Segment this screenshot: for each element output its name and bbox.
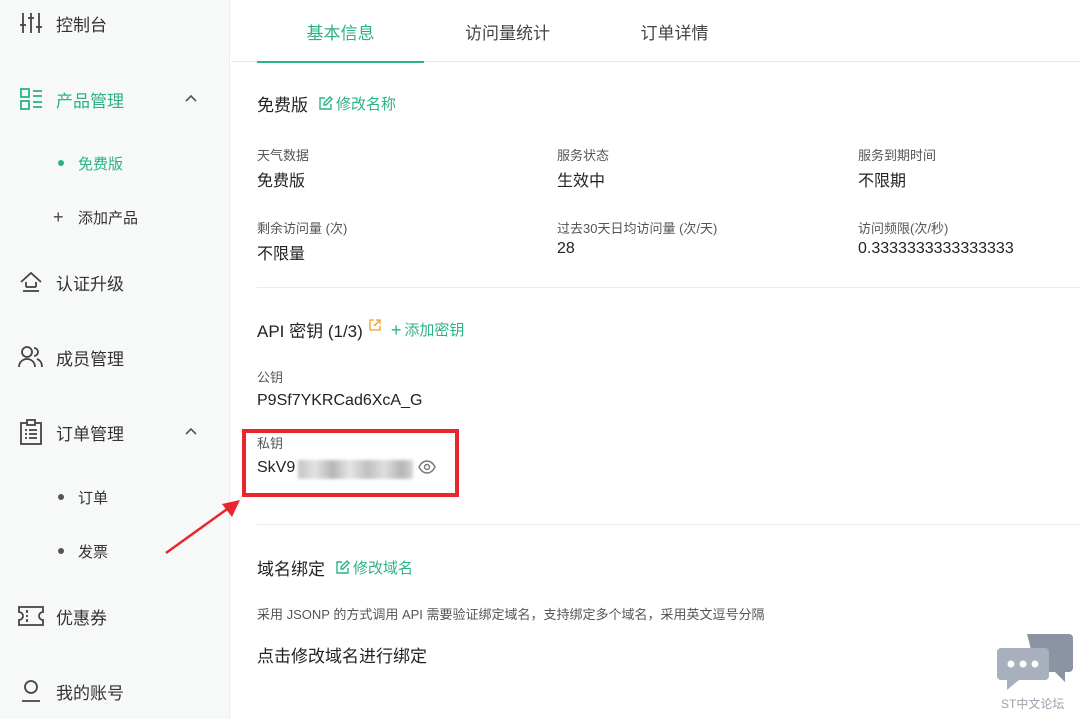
tab-order-details[interactable]: 订单详情 — [591, 0, 758, 62]
sidebar-item-verification[interactable]: 认证升级 — [0, 257, 230, 307]
plus-icon: + — [390, 319, 402, 340]
users-icon — [18, 344, 44, 370]
stat-label: 剩余访问量 (次) — [257, 221, 348, 236]
sidebar-subitem-label: 免费版 — [78, 155, 124, 173]
sidebar-subitem-label: 订单 — [78, 489, 109, 507]
sidebar-item-products[interactable]: 产品管理 — [0, 74, 230, 124]
sidebar-item-console[interactable]: 控制台 — [0, 0, 230, 48]
stat-value: 生效中 — [557, 173, 606, 190]
plan-title: 免费版 — [257, 96, 308, 115]
domain-header: 域名绑定 修改域名 — [257, 555, 413, 580]
sidebar-item-label: 认证升级 — [56, 274, 124, 294]
sidebar-item-label: 产品管理 — [56, 91, 124, 111]
tab-traffic-stats[interactable]: 访问量统计 — [424, 0, 591, 62]
stat-value: 0.3333333333333333 — [858, 240, 1014, 257]
tab-basic-info[interactable]: 基本信息 — [257, 0, 424, 63]
sidebar-item-label: 我的账号 — [56, 683, 124, 703]
tab-bar: 基本信息 访问量统计 订单详情 — [231, 0, 1080, 63]
bullet-dot — [58, 548, 64, 554]
add-key-label: 添加密钥 — [404, 322, 465, 339]
sidebar-item-orders[interactable]: 订单管理 — [0, 407, 230, 457]
api-key-title: API 密钥 (1/3) — [257, 322, 363, 341]
external-link-icon[interactable] — [369, 318, 381, 331]
bullet-dot — [58, 160, 64, 166]
sidebar: 控制台 产品管理 免费版 + 添加产品 认证升级 成员管理 订单管理 订单 发票… — [0, 0, 240, 719]
stat-value: 28 — [557, 240, 575, 257]
sidebar-subitem-label: 发票 — [78, 543, 109, 561]
clipboard-icon — [18, 419, 44, 445]
public-key-label: 公钥 — [257, 370, 284, 385]
main-content: 基本信息 访问量统计 订单详情 免费版 修改名称 天气数据 免费版 服务状态 生… — [231, 0, 1080, 719]
chat-bubble-icon — [997, 634, 1073, 690]
divider — [257, 524, 1080, 525]
api-key-header: API 密钥 (1/3) + 添加密钥 — [257, 317, 464, 342]
annotation-highlight-box — [242, 429, 459, 497]
sidebar-item-label: 优惠券 — [56, 608, 107, 628]
stat-label: 天气数据 — [257, 148, 310, 163]
sidebar-item-label: 成员管理 — [56, 349, 124, 369]
sliders-icon — [18, 10, 44, 36]
stat-value: 不限期 — [858, 173, 907, 190]
add-key-button[interactable]: + 添加密钥 — [391, 319, 465, 340]
rename-button[interactable]: 修改名称 — [318, 93, 396, 114]
domain-description: 采用 JSONP 的方式调用 API 需要验证绑定域名，支持绑定多个域名，采用英… — [257, 607, 765, 622]
edit-domain-button[interactable]: 修改域名 — [335, 557, 413, 578]
sidebar-item-coupons[interactable]: 优惠券 — [0, 591, 230, 641]
plus-icon: + — [53, 207, 64, 227]
edit-icon — [319, 96, 333, 110]
chevron-up-icon[interactable] — [183, 91, 199, 107]
stat-label: 服务到期时间 — [858, 148, 937, 163]
sidebar-item-members[interactable]: 成员管理 — [0, 332, 230, 382]
upgrade-icon — [18, 269, 44, 295]
watermark: ST中文论坛 — [997, 632, 1077, 716]
rename-label: 修改名称 — [336, 96, 397, 113]
user-icon — [18, 678, 44, 704]
grid-list-icon — [18, 86, 44, 112]
stat-value: 免费版 — [257, 173, 306, 190]
stat-label: 服务状态 — [557, 148, 610, 163]
chevron-up-icon[interactable] — [183, 424, 199, 440]
stat-label: 访问频限(次/秒) — [858, 221, 949, 236]
plan-header: 免费版 修改名称 — [257, 91, 396, 116]
sidebar-subitem-add-product[interactable]: + 添加产品 — [0, 199, 230, 235]
stat-value: 不限量 — [257, 246, 306, 263]
divider — [257, 287, 1080, 288]
public-key-value: P9Sf7YKRCad6XcA_G — [257, 392, 423, 409]
sidebar-item-account[interactable]: 我的账号 — [0, 666, 230, 716]
sidebar-item-label: 订单管理 — [56, 424, 124, 444]
edit-domain-label: 修改域名 — [353, 560, 414, 577]
domain-placeholder[interactable]: 点击修改域名进行绑定 — [257, 642, 427, 667]
sidebar-item-label: 控制台 — [56, 15, 107, 35]
sidebar-subitem-label: 添加产品 — [78, 209, 139, 227]
sidebar-subitem-free-plan[interactable]: 免费版 — [0, 145, 230, 181]
watermark-text: ST中文论坛 — [1001, 697, 1065, 711]
bullet-dot — [58, 494, 64, 500]
domain-title: 域名绑定 — [257, 560, 325, 579]
ticket-icon — [18, 603, 44, 629]
stat-label: 过去30天日均访问量 (次/天) — [557, 221, 718, 236]
edit-icon — [336, 560, 350, 574]
